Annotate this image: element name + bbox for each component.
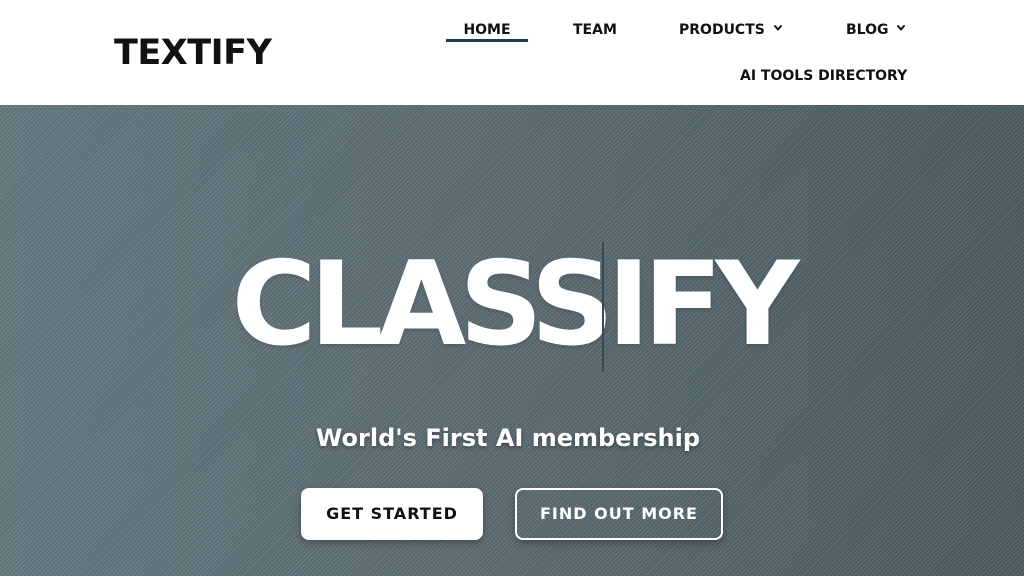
nav-products[interactable]: PRODUCTS (679, 18, 783, 42)
nav-products-label: PRODUCTS (679, 22, 765, 38)
nav-ai-tools-directory[interactable]: AI TOOLS DIRECTORY (740, 64, 907, 88)
nav-ai-tools-label: AI TOOLS DIRECTORY (740, 68, 908, 84)
nav-blog-label: BLOG (846, 22, 889, 38)
get-started-button[interactable]: GET STARTED (301, 488, 483, 540)
hero-section: CLASSIFY World's First AI membership GET… (0, 105, 1024, 576)
site-header: TEXTIFY HOME TEAM PRODUCTS BLOG AI TOOLS… (0, 0, 1024, 105)
hero-title: CLASSIFY (231, 237, 799, 372)
nav-team[interactable]: TEAM (573, 18, 617, 42)
nav-active-indicator (446, 39, 528, 42)
nav-blog[interactable]: BLOG (846, 18, 906, 42)
chevron-down-icon (773, 25, 782, 31)
text-cursor (602, 242, 604, 372)
find-out-more-button[interactable]: FIND OUT MORE (515, 488, 723, 540)
hero-subtitle: World's First AI membership (315, 424, 701, 452)
nav-home-label: HOME (463, 22, 511, 38)
chevron-down-icon (897, 25, 906, 31)
nav-team-label: TEAM (573, 22, 617, 38)
nav-home[interactable]: HOME (446, 18, 528, 42)
site-logo[interactable]: TEXTIFY (114, 33, 272, 73)
